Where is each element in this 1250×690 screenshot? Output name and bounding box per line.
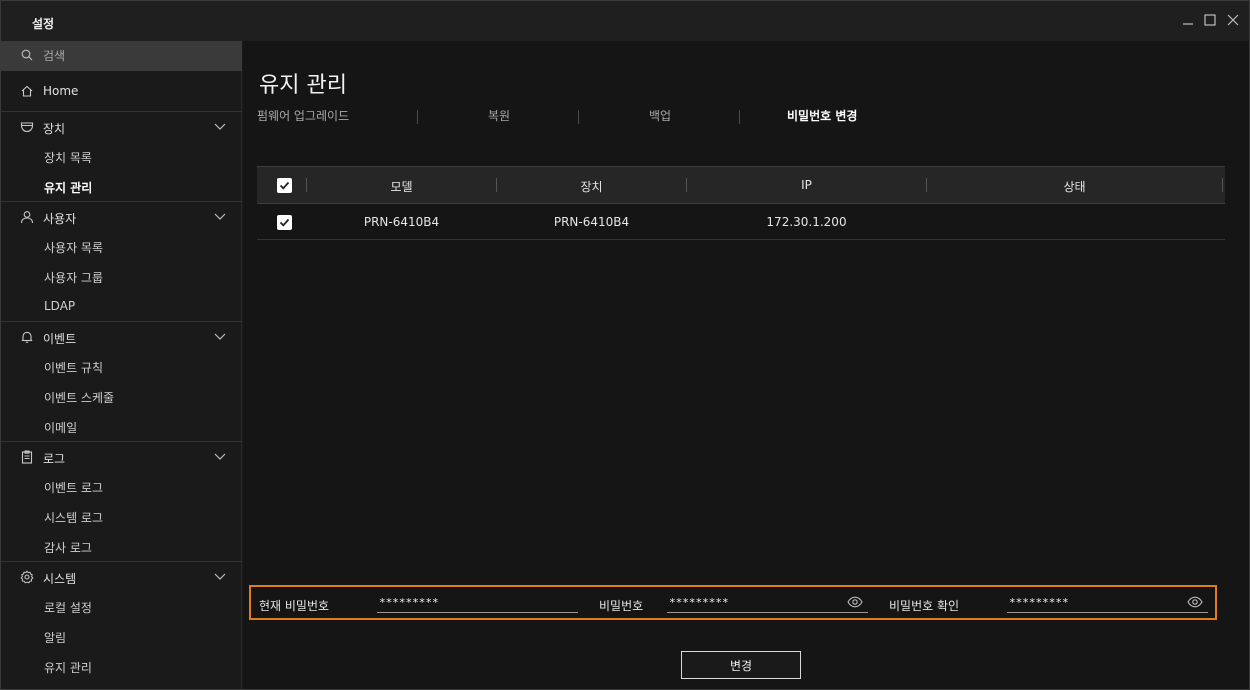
eye-icon[interactable] (1187, 596, 1203, 608)
tab-separator (578, 110, 579, 124)
new-password-field[interactable] (667, 593, 868, 613)
bell-icon (20, 330, 34, 344)
tab-firmware-upgrade[interactable]: 펌웨어 업그레이드 (257, 107, 349, 124)
maximize-icon[interactable] (1203, 13, 1217, 27)
sidebar-item-label: 이벤트 규칙 (44, 361, 104, 375)
minimize-icon[interactable] (1181, 13, 1195, 27)
sidebar-group-label: 장치 (43, 122, 66, 136)
sidebar-search[interactable] (1, 41, 242, 71)
cell-device: PRN-6410B4 (553, 215, 630, 229)
settings-window: 설정 Home 장치 (0, 0, 1250, 690)
sidebar: Home 장치 장치 목록 유지 관리 사용자 (1, 41, 242, 689)
column-header-model[interactable]: 모델 (307, 178, 496, 195)
cell-model: PRN-6410B4 (363, 215, 440, 229)
sidebar-item-label: 사용자 목록 (44, 241, 104, 255)
sidebar-group-label: 이벤트 (43, 332, 77, 346)
tab-separator (739, 110, 740, 124)
confirm-password-label: 비밀번호 확인 (889, 599, 960, 613)
gear-icon (20, 570, 34, 584)
sidebar-item-label: 이메일 (44, 421, 78, 435)
confirm-password-field[interactable] (1007, 593, 1208, 613)
sidebar-item-label: 사용자 그룹 (44, 271, 104, 285)
column-header-status[interactable]: 상태 (927, 178, 1222, 195)
sidebar-item-home[interactable]: Home (1, 76, 242, 106)
current-password-label: 현재 비밀번호 (259, 599, 330, 613)
search-icon (21, 49, 33, 61)
password-panel: 현재 비밀번호 비밀번호 비밀번호 확인 (249, 585, 1217, 620)
chevron-down-icon (213, 212, 227, 222)
chevron-down-icon (213, 122, 227, 132)
sidebar-item-label: 장치 목록 (44, 151, 92, 165)
sidebar-item-system-log[interactable]: 시스템 로그 (1, 501, 242, 531)
sidebar-item-user-group[interactable]: 사용자 그룹 (1, 261, 242, 291)
sidebar-item-label: 이벤트 스케줄 (44, 391, 115, 405)
sidebar-item-ldap[interactable]: LDAP (1, 291, 242, 321)
row-checkbox[interactable] (277, 215, 292, 230)
sidebar-item-label: 유지 관리 (44, 661, 92, 675)
clipboard-icon (20, 450, 34, 464)
sidebar-item-event-rules[interactable]: 이벤트 규칙 (1, 351, 242, 381)
title-bar: 설정 (1, 1, 1249, 41)
table-row[interactable]: PRN-6410B4 PRN-6410B4 172.30.1.200 (257, 204, 1225, 240)
change-button[interactable]: 변경 (681, 651, 801, 679)
sidebar-item-notifications[interactable]: 알림 (1, 621, 242, 651)
sidebar-group-label: 시스템 (43, 572, 77, 586)
sidebar-item-label: 유지 관리 (44, 181, 93, 195)
eye-icon[interactable] (847, 596, 863, 608)
cell-ip: 172.30.1.200 (766, 215, 847, 229)
user-icon (20, 210, 34, 224)
column-header-device[interactable]: 장치 (497, 178, 686, 195)
page-title: 유지 관리 (259, 73, 347, 98)
main-content: 유지 관리 펌웨어 업그레이드 복원 백업 비밀번호 변경 모델 장치 IP 상… (243, 41, 1249, 689)
sidebar-item-maintenance[interactable]: 유지 관리 (1, 171, 242, 201)
sidebar-group-event[interactable]: 이벤트 (1, 321, 242, 351)
tab-backup[interactable]: 백업 (649, 107, 671, 124)
sidebar-group-log[interactable]: 로그 (1, 441, 242, 471)
new-password-label: 비밀번호 (599, 599, 644, 613)
sidebar-group-label: 사용자 (43, 212, 77, 226)
chevron-down-icon (213, 332, 227, 342)
sidebar-group-label: 로그 (43, 452, 66, 466)
sidebar-item-email[interactable]: 이메일 (1, 411, 242, 441)
sidebar-item-audit-log[interactable]: 감사 로그 (1, 531, 242, 561)
new-password-input[interactable] (669, 593, 839, 611)
search-input[interactable] (43, 47, 233, 65)
sidebar-item-label: 로컬 설정 (44, 601, 92, 615)
sidebar-group-device[interactable]: 장치 (1, 111, 242, 141)
window-title: 설정 (32, 17, 55, 31)
chevron-down-icon (213, 572, 227, 582)
sidebar-item-user-list[interactable]: 사용자 목록 (1, 231, 242, 261)
column-separator (1222, 178, 1223, 192)
sidebar-group-system[interactable]: 시스템 (1, 561, 242, 591)
current-password-field[interactable] (377, 593, 580, 613)
sidebar-item-label: 이벤트 로그 (44, 481, 104, 495)
tab-separator (417, 110, 418, 124)
sidebar-item-event-schedule[interactable]: 이벤트 스케줄 (1, 381, 242, 411)
sidebar-item-label: LDAP (44, 299, 76, 313)
sidebar-group-user[interactable]: 사용자 (1, 201, 242, 231)
close-icon[interactable] (1226, 13, 1240, 27)
sidebar-item-local-settings[interactable]: 로컬 설정 (1, 591, 242, 621)
sidebar-item-label: 알림 (44, 631, 67, 645)
device-icon (20, 120, 34, 134)
tab-change-password[interactable]: 비밀번호 변경 (787, 107, 857, 124)
sidebar-item-label: 시스템 로그 (44, 511, 104, 525)
confirm-password-input[interactable] (1009, 593, 1179, 611)
sidebar-item-label: Home (43, 84, 79, 98)
table-header: 모델 장치 IP 상태 (257, 166, 1225, 204)
home-icon (20, 84, 34, 98)
sidebar-item-event-log[interactable]: 이벤트 로그 (1, 471, 242, 501)
sidebar-item-system-maintenance[interactable]: 유지 관리 (1, 651, 242, 681)
tab-restore[interactable]: 복원 (488, 107, 510, 124)
select-all-checkbox[interactable] (277, 178, 292, 193)
sidebar-item-label: 감사 로그 (44, 541, 92, 555)
column-header-ip[interactable]: IP (687, 178, 926, 192)
sidebar-item-device-list[interactable]: 장치 목록 (1, 141, 242, 171)
chevron-down-icon (213, 452, 227, 462)
current-password-input[interactable] (379, 593, 580, 611)
